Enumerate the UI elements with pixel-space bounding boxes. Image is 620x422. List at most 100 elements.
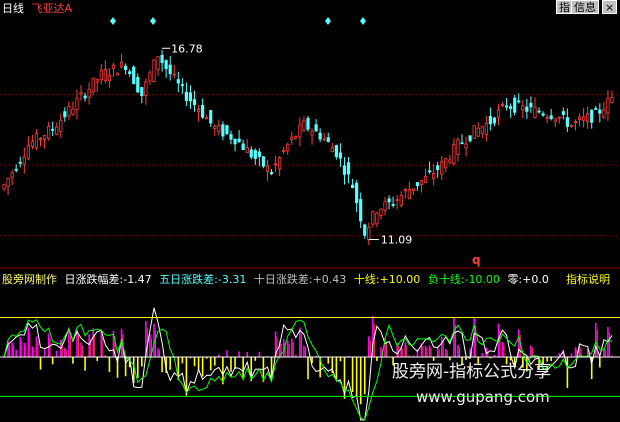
- candle-body: [448, 159, 452, 163]
- signal-diamond-1: [150, 17, 156, 25]
- candle-body: [201, 105, 205, 118]
- candle-body: [136, 77, 140, 93]
- candle-body: [590, 109, 594, 123]
- candle-body: [606, 97, 610, 114]
- candle-body: [245, 147, 249, 154]
- candle-body: [119, 61, 124, 68]
- candle-body: [387, 198, 391, 203]
- candle-body: [47, 126, 51, 139]
- candlesticks: [2, 49, 614, 246]
- candle-body: [334, 145, 338, 157]
- candle-body: [10, 172, 14, 178]
- candle-body: [423, 175, 428, 183]
- candle-body: [103, 68, 107, 82]
- maker-label: 股旁网制作: [2, 273, 57, 286]
- candle-body: [379, 208, 383, 216]
- candle-body: [196, 109, 201, 112]
- ind-value-4: +10.00: [379, 273, 421, 286]
- signal-markers: [110, 17, 366, 25]
- candle-body: [124, 65, 128, 71]
- candle-body: [91, 77, 95, 93]
- candle-body: [286, 143, 290, 152]
- indicator-help-link[interactable]: 指标说明: [566, 271, 610, 287]
- candle-body: [156, 56, 160, 71]
- low-price-label: 11.09: [381, 233, 413, 246]
- candle-body: [99, 69, 103, 81]
- candle-body: [188, 92, 193, 102]
- candle-body: [152, 59, 156, 82]
- signal-diamond-2: [325, 17, 331, 25]
- candle-body: [67, 105, 71, 117]
- candle-body: [537, 110, 541, 113]
- candle-body: [452, 144, 456, 164]
- candle-body: [132, 66, 136, 85]
- candle-body: [269, 171, 274, 175]
- candle-body: [160, 54, 164, 63]
- candle-body: [184, 91, 189, 101]
- candle-body: [391, 204, 395, 206]
- candle-body: [34, 133, 39, 149]
- candle-body: [298, 124, 302, 138]
- candle-body: [549, 115, 553, 120]
- candle-body: [217, 125, 221, 132]
- candle-body: [237, 138, 241, 143]
- candle-body: [205, 117, 209, 120]
- candle-body: [261, 156, 266, 167]
- candle-body: [480, 126, 484, 134]
- candle-body: [529, 102, 533, 108]
- period-label[interactable]: 日线: [2, 2, 24, 15]
- candle-body: [577, 116, 582, 121]
- candle-body: [140, 87, 144, 97]
- candle-body: [371, 211, 375, 225]
- candle-body: [492, 117, 497, 124]
- candle-body: [517, 100, 521, 103]
- watermark-url: www.gupang.com: [416, 388, 550, 406]
- candle-body: [75, 97, 79, 111]
- candle-body: [63, 111, 67, 118]
- candle-body: [71, 108, 75, 115]
- ind-value-3: +0.43: [312, 273, 347, 286]
- candle-body: [464, 143, 468, 149]
- candle-body: [273, 163, 278, 166]
- candle-body: [38, 138, 43, 141]
- candle-body: [500, 103, 505, 106]
- candle-body: [115, 72, 120, 76]
- candle-body: [192, 99, 197, 105]
- candle-body: [432, 172, 436, 180]
- candle-body: [22, 156, 26, 165]
- candle-body: [525, 106, 529, 112]
- candle-body: [407, 188, 411, 200]
- candle-body: [213, 125, 217, 129]
- candle-body: [87, 88, 91, 98]
- ind-label-3: 十日涨跌差:: [253, 273, 313, 286]
- candle-body: [42, 135, 47, 140]
- candle-body: [225, 125, 229, 134]
- candle-body: [330, 147, 334, 153]
- candle-body: [148, 72, 152, 82]
- candle-body: [2, 184, 6, 190]
- candle-body: [541, 113, 545, 116]
- candle-body: [278, 157, 282, 170]
- candle-body: [436, 165, 440, 170]
- candle-body: [411, 188, 415, 191]
- ind-label-5: 负十线:: [427, 273, 465, 286]
- candle-body: [521, 105, 525, 111]
- ind-value-5: -10.00: [464, 273, 500, 286]
- candle-body: [602, 109, 606, 118]
- candle-body: [598, 109, 602, 114]
- candle-body: [346, 162, 351, 175]
- signal-diamond-0: [110, 17, 116, 25]
- q-marker: q: [472, 253, 481, 267]
- candle-body: [55, 126, 59, 135]
- candle-body: [504, 105, 509, 108]
- candle-body: [342, 165, 347, 175]
- info-button[interactable]: 信息: [571, 0, 599, 14]
- ind-label-6: 零:: [507, 273, 523, 286]
- high-price-label: 16.78: [171, 42, 203, 55]
- close-button[interactable]: ×: [602, 0, 618, 14]
- candle-body: [26, 145, 30, 159]
- candle-body: [350, 184, 355, 188]
- candle-body: [561, 111, 565, 115]
- ind-value-1: -1.47: [123, 273, 152, 286]
- candle-body: [306, 117, 310, 130]
